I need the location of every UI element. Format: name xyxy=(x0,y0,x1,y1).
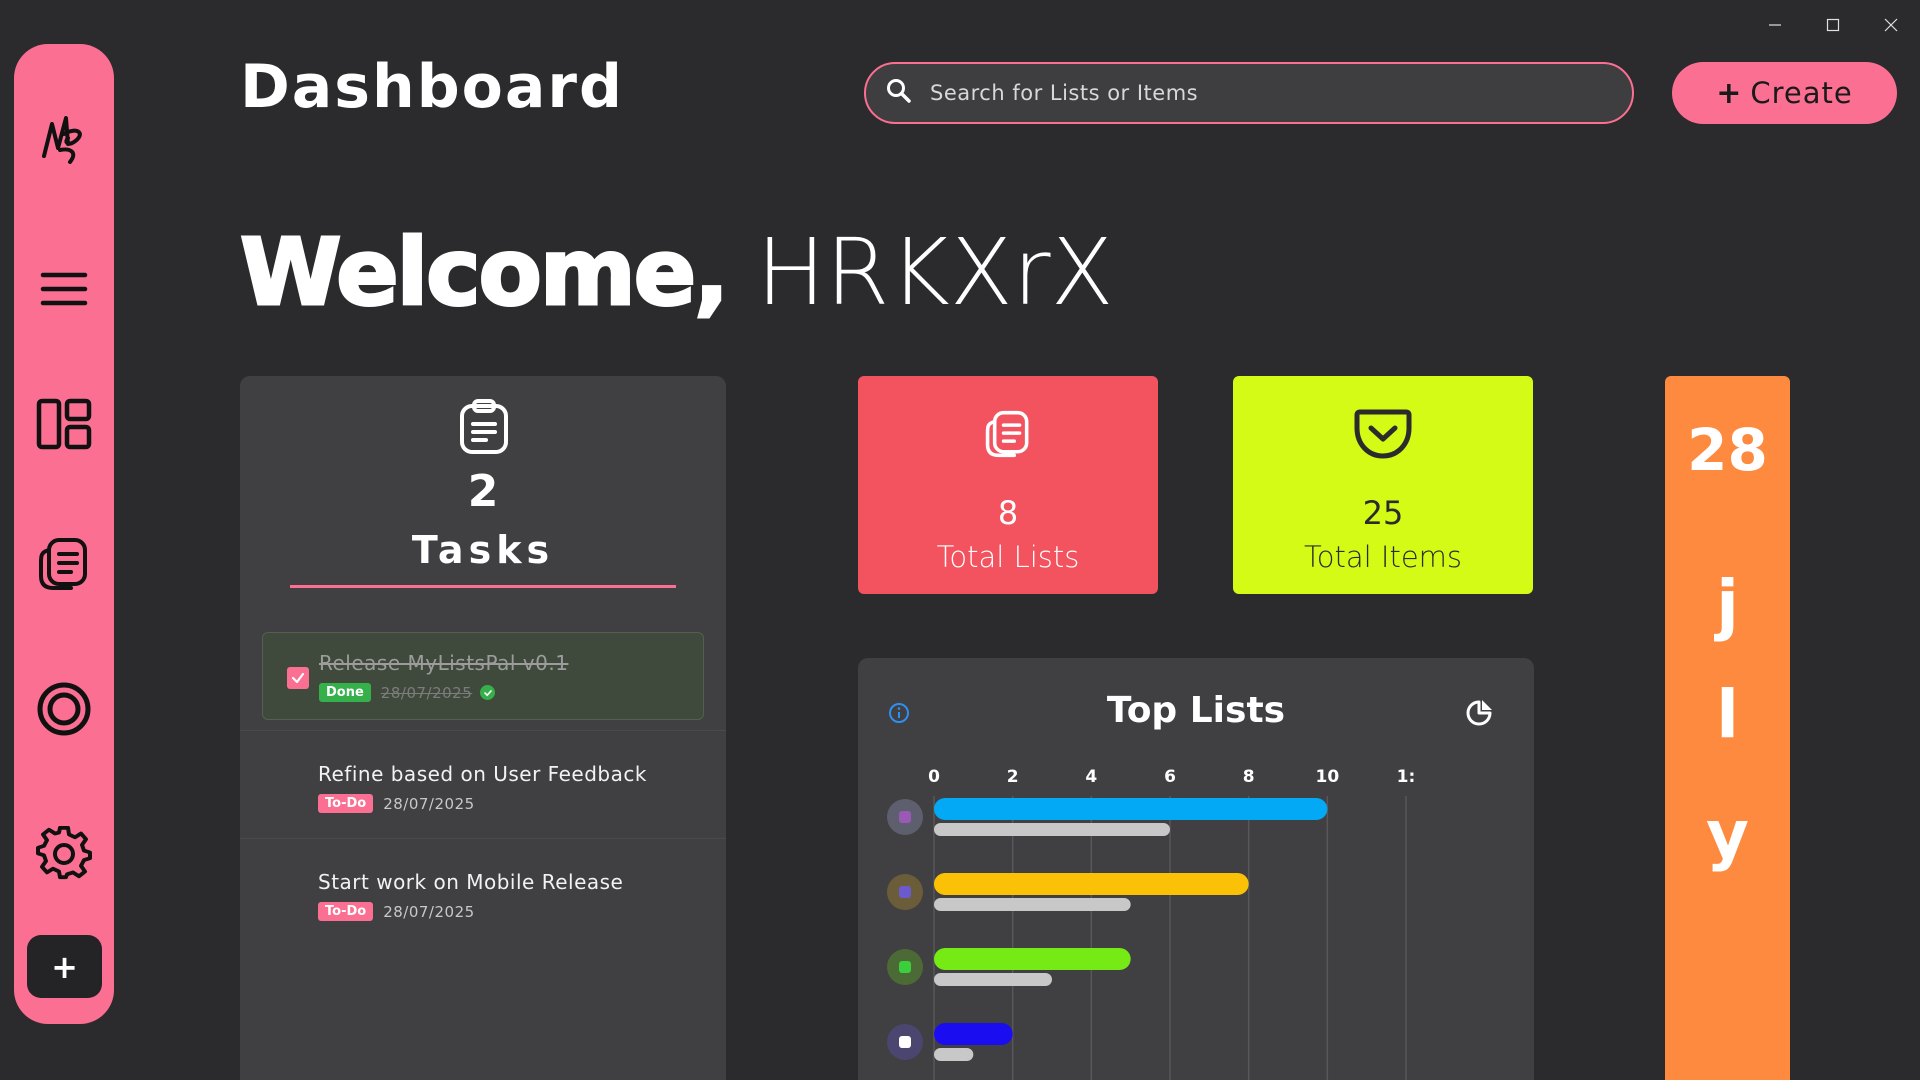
month-letter: y xyxy=(1705,796,1750,873)
pocket-icon xyxy=(1233,408,1533,460)
bar-secondary[interactable] xyxy=(934,1048,974,1061)
welcome-heading: Welcome, HRKXrX xyxy=(238,218,1114,328)
create-plus-icon: + xyxy=(1716,75,1743,111)
maximize-icon[interactable] xyxy=(1804,0,1862,50)
search-input[interactable] xyxy=(930,81,1580,105)
lifebuoy-icon[interactable] xyxy=(14,664,114,754)
task-item[interactable]: Refine based on User Feedback To-Do 28/0… xyxy=(240,730,726,838)
window-controls xyxy=(1746,0,1920,50)
top-lists-card: 0 2 4 6 8 10 1: Top Lists xyxy=(858,658,1534,1080)
x-tick-label: 1: xyxy=(1397,767,1416,787)
welcome-greeting: Welcome, xyxy=(238,218,730,328)
bar-primary[interactable] xyxy=(934,798,1328,820)
bar-secondary[interactable] xyxy=(934,898,1131,911)
x-tick-label: 8 xyxy=(1243,767,1255,787)
total-items-label: Total Items xyxy=(1303,540,1463,574)
total-items-value: 25 xyxy=(1362,494,1404,532)
menu-icon[interactable] xyxy=(14,244,114,334)
task-title: Release MyListsPal v0.1 xyxy=(319,651,569,675)
sidebar: + xyxy=(14,44,114,1024)
search-bar[interactable] xyxy=(864,62,1634,124)
task-meta: To-Do 28/07/2025 xyxy=(318,902,475,921)
x-tick-label: 6 xyxy=(1164,767,1176,787)
month-letter: j xyxy=(1716,566,1739,643)
status-badge: To-Do xyxy=(318,794,374,813)
dashboard-icon[interactable] xyxy=(14,379,114,469)
bar-primary[interactable] xyxy=(934,948,1131,970)
task-item[interactable]: Start work on Mobile Release To-Do 28/07… xyxy=(240,838,726,946)
total-lists-value: 8 xyxy=(997,494,1019,532)
check-circle-icon xyxy=(480,685,496,700)
status-badge: To-Do xyxy=(318,902,374,921)
bar-secondary[interactable] xyxy=(934,823,1170,836)
list-emoji-icon xyxy=(899,1036,911,1048)
tasks-card: 2 Tasks Release MyListsPal v0.1 Done 28/… xyxy=(240,376,726,1080)
pie-chart-icon[interactable] xyxy=(1464,698,1494,732)
create-button[interactable]: + Create xyxy=(1672,62,1897,124)
tasks-divider xyxy=(290,585,676,588)
settings-icon[interactable] xyxy=(14,809,114,899)
task-meta: To-Do 28/07/2025 xyxy=(318,794,475,813)
close-icon[interactable] xyxy=(1862,0,1920,50)
date-day: 28 xyxy=(1687,416,1768,484)
task-date: 28/07/2025 xyxy=(383,794,475,813)
page-title: Dashboard xyxy=(240,52,624,122)
lists-icon xyxy=(858,408,1158,460)
tasks-label: Tasks xyxy=(411,528,555,572)
minimize-icon[interactable] xyxy=(1746,0,1804,50)
date-card: 28 j l y xyxy=(1665,376,1790,1080)
month-letter: l xyxy=(1716,676,1739,753)
list-emoji-icon xyxy=(899,886,911,898)
total-items-card[interactable]: 25 Total Items xyxy=(1233,376,1533,594)
lists-icon[interactable] xyxy=(14,519,114,609)
bar-secondary[interactable] xyxy=(934,973,1052,986)
bar-primary[interactable] xyxy=(934,873,1249,895)
task-date: 28/07/2025 xyxy=(383,902,475,921)
task-meta: Done 28/07/2025 xyxy=(319,683,496,702)
search-icon xyxy=(886,78,912,108)
list-emoji-icon xyxy=(899,811,911,823)
bar-primary[interactable] xyxy=(934,1023,1013,1045)
clipboard-icon xyxy=(458,398,510,460)
app-logo[interactable] xyxy=(14,94,114,184)
chart-title: Top Lists xyxy=(1106,690,1286,731)
x-tick-label: 0 xyxy=(928,767,940,787)
status-badge: Done xyxy=(319,683,371,702)
x-tick-label: 2 xyxy=(1007,767,1019,787)
task-title: Start work on Mobile Release xyxy=(318,870,624,894)
tasks-count: 2 xyxy=(467,466,499,517)
task-checkbox[interactable] xyxy=(287,667,309,689)
task-date: 28/07/2025 xyxy=(380,683,473,702)
add-button[interactable]: + xyxy=(27,935,102,998)
x-tick-label: 4 xyxy=(1085,767,1097,787)
task-item[interactable]: Release MyListsPal v0.1 Done 28/07/2025 xyxy=(262,632,704,720)
total-lists-card[interactable]: 8 Total Lists xyxy=(858,376,1158,594)
total-lists-label: Total Lists xyxy=(936,540,1080,574)
list-emoji-icon xyxy=(899,961,911,973)
welcome-username: HRKXrX xyxy=(756,219,1114,326)
create-button-label: Create xyxy=(1750,76,1853,110)
x-tick-label: 10 xyxy=(1315,767,1339,787)
add-button-label: + xyxy=(51,947,78,986)
task-title: Refine based on User Feedback xyxy=(318,762,647,786)
